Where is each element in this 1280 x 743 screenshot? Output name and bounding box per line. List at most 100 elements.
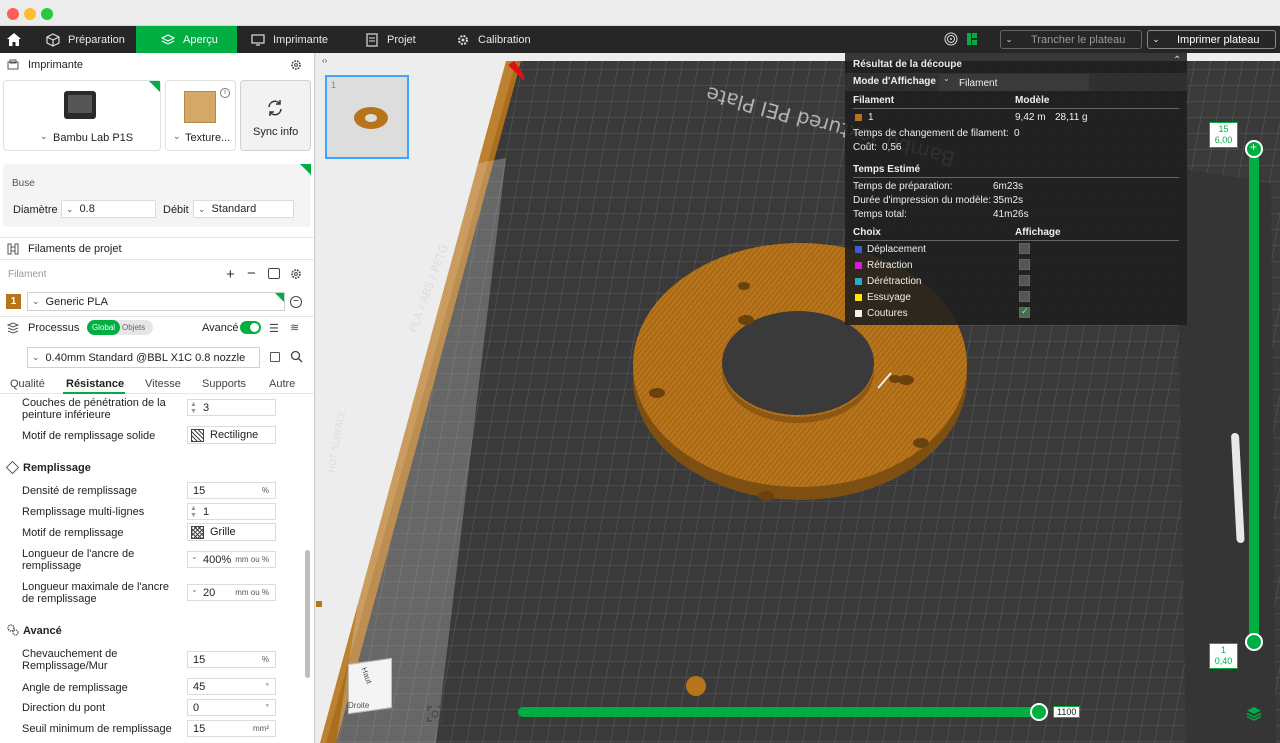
- chevron-down-icon: ⌄: [191, 585, 198, 594]
- filaments-section-header: Filaments de projet: [0, 237, 314, 260]
- filament-select[interactable]: ⌄ Generic PLA: [27, 292, 285, 311]
- layers-view-icon[interactable]: [1246, 705, 1262, 721]
- infill-pattern-select[interactable]: Grille: [187, 523, 276, 541]
- move-slider[interactable]: [518, 707, 1042, 717]
- multiline-infill-input[interactable]: ▲ ▼ 1: [187, 503, 276, 520]
- print-plate-button[interactable]: ⌄ Imprimer plateau: [1147, 30, 1276, 49]
- layer-slider-top-handle[interactable]: +: [1245, 140, 1263, 158]
- filament-color-swatch: [855, 114, 862, 121]
- close-window-button[interactable]: [7, 8, 19, 20]
- unit-label: mm ou %: [235, 555, 269, 564]
- fit-view-icon[interactable]: [427, 706, 443, 722]
- left-sidebar: Imprimante ⌄ Bambu Lab P1S i ⌄ Texture..…: [0, 53, 315, 743]
- compare-icon[interactable]: ≋: [290, 321, 299, 334]
- infill-angle-input[interactable]: 45 °: [187, 678, 276, 695]
- list-icon[interactable]: ☰: [269, 322, 279, 335]
- travel-visibility-checkbox[interactable]: [1019, 243, 1030, 254]
- retraction-visibility-checkbox[interactable]: [1019, 259, 1030, 270]
- filament-sync-icon[interactable]: [268, 268, 280, 279]
- search-icon[interactable]: [290, 350, 303, 363]
- section-title: Remplissage: [23, 462, 91, 474]
- add-filament-icon[interactable]: +: [226, 266, 235, 283]
- bridge-direction-input[interactable]: 0 °: [187, 699, 276, 716]
- remove-filament-icon[interactable]: −: [247, 265, 256, 282]
- choice-header: Choix: [853, 227, 881, 238]
- chevron-down-icon: ⌄: [32, 296, 40, 306]
- infill-section-header: Remplissage: [5, 460, 297, 477]
- tab-printer[interactable]: Imprimante: [237, 26, 347, 53]
- tab-preparation[interactable]: Préparation: [36, 26, 136, 53]
- filament-slot-badge[interactable]: 1: [6, 294, 21, 309]
- info-icon[interactable]: i: [220, 88, 230, 98]
- printer-name: Bambu Lab P1S: [53, 132, 134, 144]
- filament-settings-icon[interactable]: [290, 268, 302, 280]
- layer-slider-bottom-handle[interactable]: [1245, 633, 1263, 651]
- tab-strength[interactable]: Résistance: [66, 378, 124, 390]
- tab-calibration[interactable]: Calibration: [446, 26, 546, 53]
- flow-value: Standard: [211, 203, 257, 215]
- max-anchor-length-input[interactable]: ⌄ 20 mm ou %: [187, 584, 276, 601]
- chevron-down-icon: ⌄: [198, 203, 206, 214]
- min-infill-threshold-input[interactable]: 15 mm²: [187, 720, 276, 737]
- diameter-value: 0.8: [79, 203, 95, 215]
- chevron-down-icon: ⌄: [32, 352, 40, 362]
- home-icon[interactable]: [6, 32, 22, 47]
- tab-quality[interactable]: Qualité: [10, 378, 45, 390]
- tab-project[interactable]: Projet: [355, 26, 445, 53]
- tab-label: Préparation: [68, 33, 125, 46]
- process-profile-select[interactable]: ⌄ 0.40mm Standard @BBL X1C 0.8 nozzle: [27, 347, 260, 368]
- plate-type-card[interactable]: i ⌄ Texture...: [165, 80, 236, 151]
- move-slider-handle[interactable]: [1030, 703, 1048, 721]
- diameter-select[interactable]: ⌄ 0.8: [61, 200, 156, 218]
- settings-gear-icon[interactable]: [290, 59, 302, 71]
- flow-label: Débit: [163, 204, 189, 216]
- zoom-window-button[interactable]: [41, 8, 53, 20]
- layer-slider-track[interactable]: [1249, 149, 1259, 643]
- filament-sublabel: Filament: [8, 269, 47, 280]
- global-objects-toggle[interactable]: Global Objets: [87, 320, 153, 335]
- tab-speed[interactable]: Vitesse: [145, 378, 181, 390]
- nozzle-title: Buse: [12, 178, 35, 189]
- minimize-window-button[interactable]: [24, 8, 36, 20]
- sync-info-button[interactable]: Sync info: [240, 80, 311, 151]
- toggle-objects[interactable]: Objets: [122, 320, 145, 335]
- plate-grid-icon[interactable]: [966, 32, 978, 46]
- deretraction-visibility-checkbox[interactable]: [1019, 275, 1030, 286]
- infill-density-input[interactable]: 15 %: [187, 482, 276, 499]
- toggle-global[interactable]: Global: [87, 320, 120, 335]
- tab-supports[interactable]: Supports: [202, 378, 246, 390]
- save-profile-icon[interactable]: [270, 352, 280, 362]
- collapse-sidebar-icon[interactable]: ‹›: [322, 56, 327, 65]
- bottom-layer-height: 0,40: [1214, 656, 1233, 666]
- choice-label: Essuyage: [867, 292, 911, 303]
- infill-wall-overlap-input[interactable]: 15 %: [187, 651, 276, 668]
- view-orientation-cube[interactable]: Haut Droite: [340, 653, 400, 719]
- plate-thumbnail[interactable]: 1: [325, 75, 409, 159]
- setting-value: 1: [203, 505, 210, 518]
- setting-value: Rectiligne: [210, 429, 259, 441]
- advanced-section-header: Avancé: [7, 624, 297, 640]
- anchor-length-input[interactable]: ⌄ 400% mm ou %: [187, 551, 276, 568]
- printer-card[interactable]: ⌄ Bambu Lab P1S: [3, 80, 161, 151]
- setting-value: 45: [193, 680, 206, 693]
- thumbnail-part: [354, 107, 388, 129]
- display-mode-select[interactable]: ⌄ Filament: [939, 74, 1089, 91]
- slice-plate-button[interactable]: ⌄ Trancher le plateau: [1000, 30, 1142, 49]
- tab-label: Imprimante: [273, 33, 329, 46]
- tab-other[interactable]: Autre: [269, 378, 295, 390]
- flow-select[interactable]: ⌄ Standard: [193, 200, 294, 218]
- settings-scrollbar[interactable]: [305, 550, 310, 678]
- advanced-switch[interactable]: [240, 321, 261, 334]
- collapse-panel-icon[interactable]: ⌃: [1173, 55, 1181, 66]
- tab-preview[interactable]: Aperçu: [136, 26, 237, 53]
- stepper-icon: ▲ ▼: [190, 505, 197, 519]
- bottom-penetration-input[interactable]: ▲ ▼ 3: [187, 399, 276, 416]
- solid-pattern-select[interactable]: Rectiligne: [187, 426, 276, 444]
- seam-visibility-checkbox[interactable]: ✓: [1019, 306, 1030, 318]
- wipe-visibility-checkbox[interactable]: [1019, 291, 1030, 302]
- filament-remove-circle-icon[interactable]: −: [290, 296, 302, 308]
- chevron-down-icon: ⌄: [943, 74, 950, 83]
- wipe-color-swatch: [855, 294, 862, 301]
- target-icon[interactable]: [944, 32, 958, 46]
- chevron-down-icon: ⌄: [1152, 34, 1160, 44]
